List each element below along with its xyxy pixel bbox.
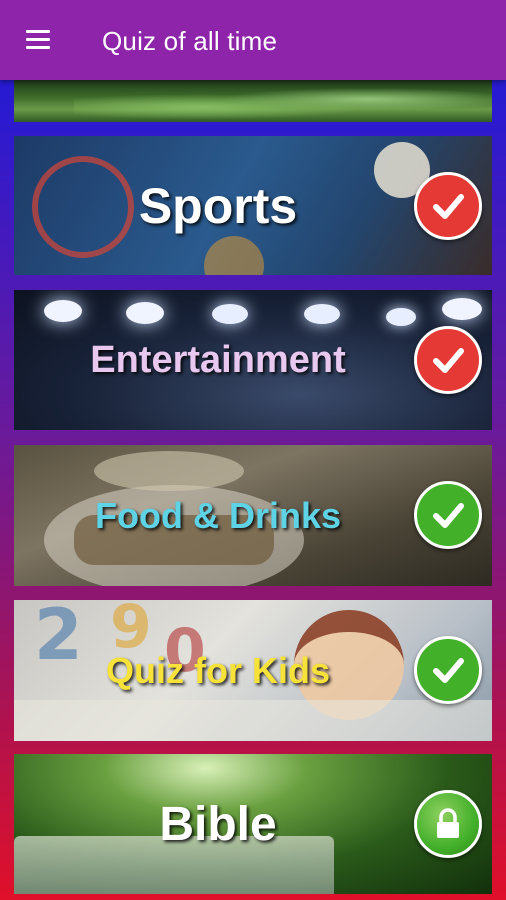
stage-light (442, 298, 482, 320)
category-label: Sports (138, 177, 298, 234)
category-label: Bible (159, 797, 277, 851)
category-card-food-drinks[interactable]: Food & Drinks (14, 445, 492, 586)
check-icon (414, 172, 482, 240)
category-label: Entertainment (90, 338, 346, 381)
category-card-sports[interactable]: Sports (14, 136, 492, 275)
hamburger-menu-icon[interactable] (22, 26, 54, 54)
category-card-partial[interactable] (14, 80, 492, 122)
check-icon (414, 326, 482, 394)
category-label: Food & Drinks (94, 494, 341, 536)
category-label: Quiz for Kids (106, 649, 330, 691)
check-icon (414, 636, 482, 704)
category-card-entertainment[interactable]: Entertainment (14, 290, 492, 430)
app-bar: Quiz of all time (0, 0, 506, 80)
check-icon (414, 481, 482, 549)
category-card-quiz-for-kids[interactable]: 2 9 0 Quiz for Kids (14, 600, 492, 741)
greens-background (74, 84, 492, 122)
app-title: Quiz of all time (102, 26, 278, 56)
lock-icon (414, 790, 482, 858)
category-card-bible[interactable]: Bible (14, 754, 492, 894)
